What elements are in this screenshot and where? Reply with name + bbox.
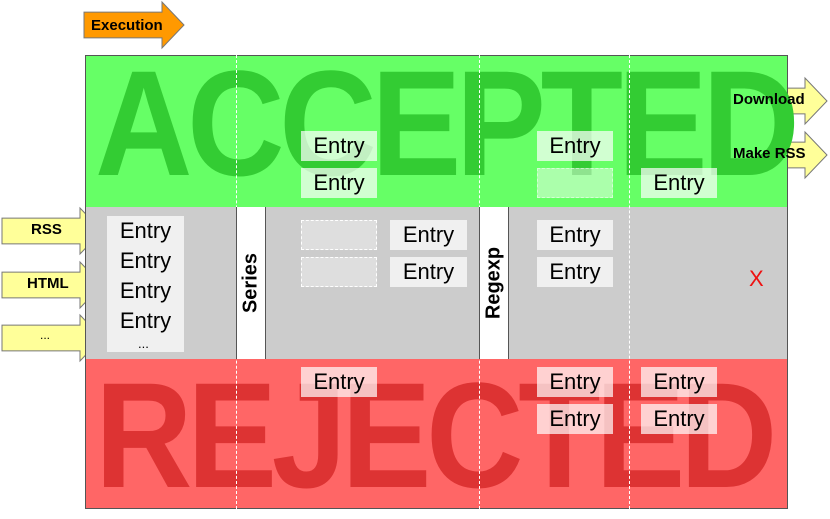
rejected-entry: Entry <box>537 404 613 434</box>
undecided-entry: Entry <box>390 220 467 250</box>
filter-regexp: Regexp <box>479 207 509 359</box>
filter-series: Series <box>236 207 266 359</box>
moved-entry-slot <box>537 168 613 198</box>
accepted-entry: Entry <box>641 168 717 198</box>
undecided-entry: Entry <box>537 257 613 287</box>
source-entry: Entry <box>107 216 184 246</box>
moved-entry-slot <box>301 257 377 287</box>
filter-series-label: Series <box>239 252 262 314</box>
rejected-entry: Entry <box>641 404 717 434</box>
filter-regexp-label: Regexp <box>482 246 505 320</box>
accepted-entry: Entry <box>301 168 377 198</box>
rejected-entry: Entry <box>301 367 377 397</box>
input-rss-label: RSS <box>31 221 62 238</box>
blocked-mark: X <box>749 266 764 291</box>
accepted-heading: ACCEPTED <box>95 39 800 207</box>
rejected-heading: REJECTED <box>95 351 777 519</box>
source-ellipsis: ... <box>138 336 149 351</box>
output-download-label: Download <box>733 91 805 108</box>
moved-entry-slot <box>301 220 377 250</box>
source-entry: Entry <box>107 246 184 276</box>
execution-label: Execution <box>91 17 163 34</box>
accepted-entry: Entry <box>537 131 613 161</box>
rejected-entry: Entry <box>537 367 613 397</box>
input-html-label: HTML <box>27 275 69 292</box>
accepted-entry: Entry <box>301 131 377 161</box>
source-entry: Entry <box>107 306 184 336</box>
column-separator <box>629 55 630 509</box>
undecided-entry: Entry <box>537 220 613 250</box>
input-more-label: ... <box>40 328 51 342</box>
output-makerss-label: Make RSS <box>733 145 806 162</box>
rejected-entry: Entry <box>641 367 717 397</box>
source-entry: Entry <box>107 276 184 306</box>
undecided-entry: Entry <box>390 257 467 287</box>
